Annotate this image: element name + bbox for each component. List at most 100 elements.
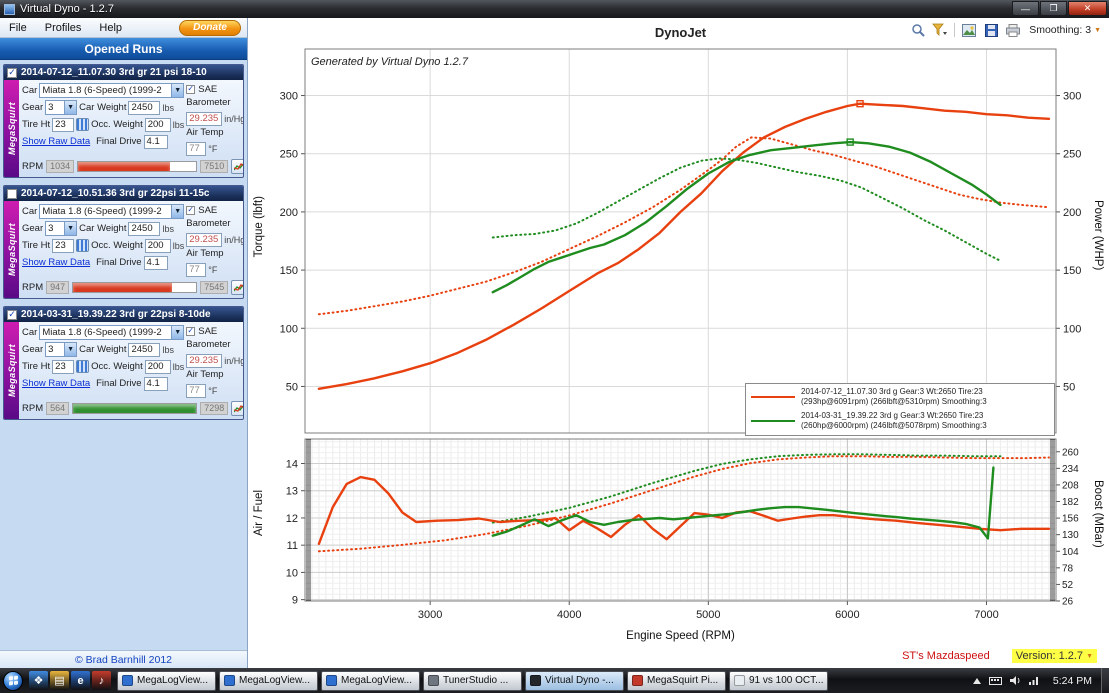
menu-help[interactable]: Help xyxy=(90,20,131,36)
tire-ht-field[interactable]: 23 xyxy=(52,118,74,132)
car-select[interactable]: Miata 1.8 (6-Speed) (1999-2▼ xyxy=(39,83,184,98)
media-icon[interactable]: ♪ xyxy=(92,671,111,690)
tire-calculator-button[interactable] xyxy=(76,239,89,252)
gear-select[interactable]: 3▼ xyxy=(45,221,77,236)
rpm-progress-bar[interactable] xyxy=(72,403,197,414)
barometer-field[interactable]: 29.235 xyxy=(186,354,222,368)
mini-chart-button[interactable] xyxy=(231,159,244,174)
panel-footer: ST's Mazdaspeed Version: 1.2.7▼ xyxy=(902,649,1097,663)
svg-text:250: 250 xyxy=(1063,149,1081,161)
sae-checkbox[interactable] xyxy=(186,327,195,336)
svg-text:234: 234 xyxy=(1062,464,1079,475)
minimize-button[interactable]: — xyxy=(1012,1,1039,16)
app-icon xyxy=(4,4,15,15)
occ-weight-field[interactable]: 200 xyxy=(145,360,171,374)
barometer-label: Barometer xyxy=(186,339,244,352)
occ-weight-field[interactable]: 200 xyxy=(145,118,171,132)
svg-text:100: 100 xyxy=(280,323,298,335)
air-temp-field[interactable]: 77 xyxy=(186,142,206,156)
filter-icon[interactable] xyxy=(932,22,948,38)
svg-text:100: 100 xyxy=(1063,323,1081,335)
rpm-progress-bar[interactable] xyxy=(77,161,197,172)
smoothing-select[interactable]: Smoothing: 3▼ xyxy=(1027,23,1103,37)
notepad-icon xyxy=(734,675,745,686)
sae-checkbox[interactable] xyxy=(186,206,195,215)
svg-text:9: 9 xyxy=(292,595,298,607)
version-select[interactable]: Version: 1.2.7▼ xyxy=(1012,649,1097,663)
svg-text:3000: 3000 xyxy=(418,609,442,621)
show-raw-data-link[interactable]: Show Raw Data xyxy=(22,136,90,147)
taskbar-button[interactable]: MegaSquirt Pi... xyxy=(627,671,726,691)
task-buttons: MegaLogView...MegaLogView...MegaLogView.… xyxy=(117,671,828,691)
keyboard-icon[interactable] xyxy=(989,674,1003,688)
airfuel-boost-chart[interactable]: 3000400050006000700091011121314265278104… xyxy=(248,437,1109,625)
tire-calculator-button[interactable] xyxy=(76,360,89,373)
tire-calculator-button[interactable] xyxy=(76,118,89,131)
gear-select[interactable]: 3▼ xyxy=(45,100,77,115)
menu-profiles[interactable]: Profiles xyxy=(36,20,91,36)
volume-icon[interactable] xyxy=(1008,674,1022,688)
export-image-icon[interactable] xyxy=(961,22,977,38)
air-temp-field[interactable]: 77 xyxy=(186,263,206,277)
car-weight-field[interactable]: 2450 xyxy=(128,222,160,236)
chevron-down-icon: ▼ xyxy=(171,205,183,218)
inhg-unit: in/Hg xyxy=(224,235,244,245)
close-button[interactable]: ✕ xyxy=(1068,1,1107,16)
run-checkbox[interactable] xyxy=(7,189,17,199)
network-icon[interactable] xyxy=(1027,674,1041,688)
car-weight-field[interactable]: 2450 xyxy=(128,343,160,357)
maximize-button[interactable]: ❐ xyxy=(1040,1,1067,16)
barometer-field[interactable]: 29.235 xyxy=(186,233,222,247)
sae-checkbox[interactable] xyxy=(186,85,195,94)
show-raw-data-link[interactable]: Show Raw Data xyxy=(22,257,90,268)
final-drive-field[interactable]: 4.1 xyxy=(144,377,168,391)
car-select[interactable]: Miata 1.8 (6-Speed) (1999-2▼ xyxy=(39,204,184,219)
barometer-field[interactable]: 29.235 xyxy=(186,112,222,126)
taskbar-button[interactable]: MegaLogView... xyxy=(321,671,420,691)
air-temp-field[interactable]: 77 xyxy=(186,384,206,398)
car-label: Car xyxy=(22,85,37,96)
chevron-down-icon: ▼ xyxy=(171,84,183,97)
occ-weight-field[interactable]: 200 xyxy=(145,239,171,253)
gear-select[interactable]: 3▼ xyxy=(45,342,77,357)
final-drive-field[interactable]: 4.1 xyxy=(144,256,168,270)
air-temp-label: Air Temp xyxy=(186,248,244,261)
folder-icon[interactable]: ▤ xyxy=(50,671,69,690)
svg-text:4000: 4000 xyxy=(557,609,581,621)
donate-button[interactable]: Donate xyxy=(179,20,241,36)
taskbar-button[interactable]: 91 vs 100 OCT... xyxy=(729,671,828,691)
browser-icon[interactable]: e xyxy=(71,671,90,690)
window-title: Virtual Dyno - 1.2.7 xyxy=(20,3,1011,15)
svg-text:300: 300 xyxy=(280,91,298,103)
car-weight-label: Car Weight xyxy=(79,223,126,234)
show-raw-data-link[interactable]: Show Raw Data xyxy=(22,378,90,389)
dyno-chart[interactable]: 5050100100150150200200250250300300Genera… xyxy=(248,44,1109,436)
car-select[interactable]: Miata 1.8 (6-Speed) (1999-2▼ xyxy=(39,325,184,340)
air-temp-label: Air Temp xyxy=(186,369,244,382)
tire-ht-field[interactable]: 23 xyxy=(52,360,74,374)
mini-chart-button[interactable] xyxy=(231,401,244,416)
taskbar-button[interactable]: MegaLogView... xyxy=(117,671,216,691)
hidden-icons-arrow[interactable] xyxy=(970,674,984,688)
chart-legend: 2014-07-12_11.07.30 3rd g Gear:3 Wt:2650… xyxy=(745,383,1055,436)
tire-ht-field[interactable]: 23 xyxy=(52,239,74,253)
zoom-icon[interactable] xyxy=(910,22,926,38)
run-checkbox[interactable] xyxy=(7,310,17,320)
legend-line-sample xyxy=(751,396,795,398)
rpm-progress-bar[interactable] xyxy=(72,282,197,293)
final-drive-field[interactable]: 4.1 xyxy=(144,135,168,149)
save-icon[interactable] xyxy=(983,22,999,38)
run-checkbox[interactable] xyxy=(7,68,17,78)
taskbar-button[interactable]: TunerStudio ... xyxy=(423,671,522,691)
mini-chart-button[interactable] xyxy=(231,280,244,295)
taskbar-button[interactable]: MegaLogView... xyxy=(219,671,318,691)
car-weight-field[interactable]: 2450 xyxy=(128,101,160,115)
window-icon[interactable]: ❖ xyxy=(29,671,48,690)
menu-file[interactable]: File xyxy=(0,20,36,36)
tire-ht-label: Tire Ht xyxy=(22,240,50,251)
start-button[interactable] xyxy=(3,671,23,691)
print-icon[interactable] xyxy=(1005,22,1021,38)
show-desktop-button[interactable] xyxy=(1101,668,1109,693)
taskbar-button[interactable]: Virtual Dyno -... xyxy=(525,671,624,691)
svg-text:7000: 7000 xyxy=(974,609,998,621)
